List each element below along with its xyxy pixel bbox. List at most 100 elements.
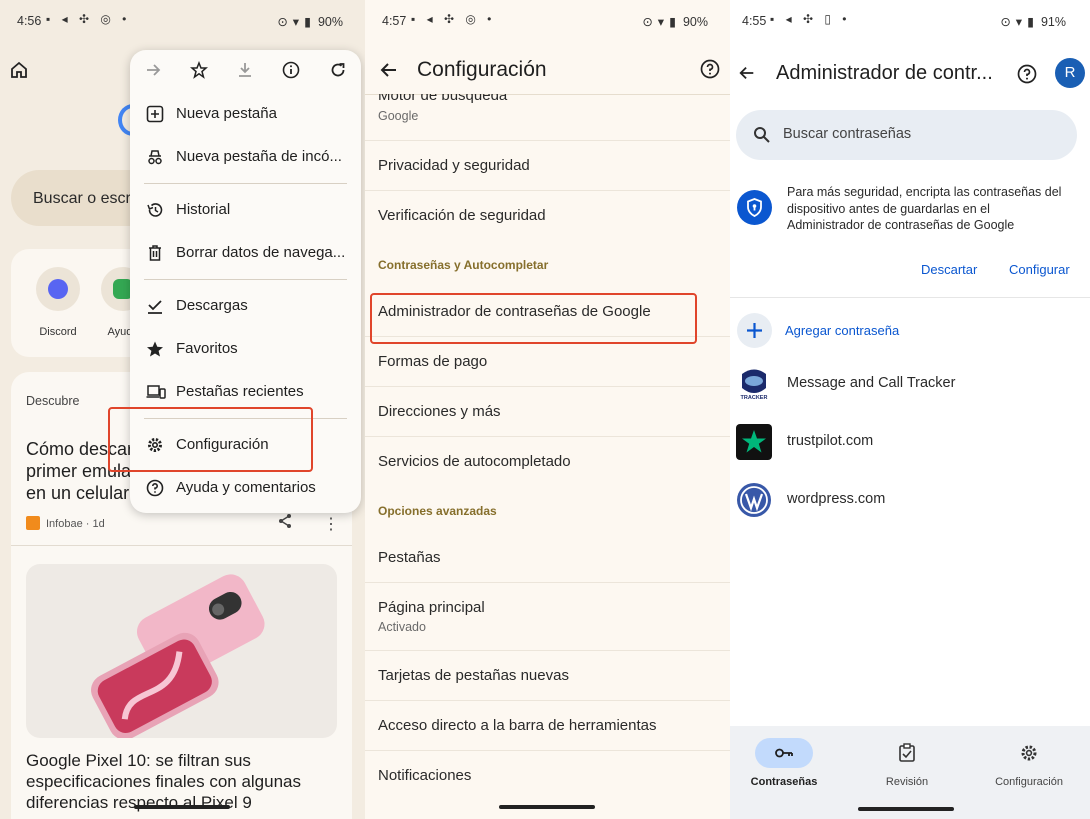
add-password-button[interactable]: Agregar contraseña: [785, 323, 899, 338]
menu-item-help[interactable]: Ayuda y comentarios: [130, 470, 361, 506]
password-item[interactable]: TRACKER Message and Call Tracker: [730, 366, 1090, 406]
article-source: Infobae · 1d: [26, 516, 105, 530]
search-placeholder: Buscar contraseñas: [783, 126, 912, 142]
battery-percent: 90%: [317, 15, 343, 29]
password-site: wordpress.com: [787, 491, 886, 507]
discord-icon: [36, 267, 80, 311]
menu-item-recent-tabs[interactable]: Pestañas recientes: [130, 374, 361, 410]
article-title[interactable]: Google Pixel 10: se filtran sus especifi…: [26, 750, 346, 813]
share-icon[interactable]: [277, 513, 293, 529]
home-icon[interactable]: [9, 60, 29, 80]
shortcut-discord[interactable]: Discord: [28, 267, 88, 338]
checkup-icon: [878, 738, 936, 768]
phone-image[interactable]: [26, 564, 337, 738]
settings-row-tabs[interactable]: Pestañas: [365, 549, 730, 579]
row-subtitle: Google: [378, 109, 419, 123]
gesture-bar[interactable]: [499, 805, 595, 809]
help-icon[interactable]: [700, 59, 720, 84]
row-divider: [365, 750, 730, 751]
settings-row-notifications[interactable]: Notificaciones: [365, 767, 730, 797]
password-manager-panel: 4:55 ▪ ◂ ✣ ▯ • ⊙▾▮ 91% Administrador de c…: [730, 0, 1090, 819]
row-subtitle: Activado: [378, 620, 426, 634]
avatar[interactable]: R: [1055, 58, 1085, 88]
help-icon: [146, 479, 164, 497]
divider: [730, 297, 1090, 298]
star-outline-icon[interactable]: [190, 60, 208, 84]
settings-row-payment[interactable]: Formas de pago: [365, 353, 730, 383]
settings-row-addresses[interactable]: Direcciones y más: [365, 403, 730, 433]
infobae-logo-icon: [26, 516, 40, 530]
divider: [11, 545, 352, 546]
settings-row-new-tab-cards[interactable]: Tarjetas de pestañas nuevas: [365, 667, 730, 697]
tracker-logo-text: TRACKER: [741, 395, 768, 401]
nav-label: Contraseñas: [750, 776, 818, 788]
add-icon[interactable]: [737, 313, 772, 348]
nav-item-settings[interactable]: Configuración: [974, 738, 1084, 788]
row-title: Acceso directo a la barra de herramienta…: [378, 717, 657, 734]
menu-item-bookmarks[interactable]: Favoritos: [130, 331, 361, 367]
settings-row-privacy[interactable]: Privacidad y seguridad: [365, 157, 730, 187]
menu-item-label: Favoritos: [176, 340, 238, 357]
help-icon[interactable]: [1017, 64, 1037, 89]
settings-row-search-engine[interactable]: Motor de búsqueda Google: [365, 87, 730, 135]
row-divider: [365, 190, 730, 191]
password-site: trustpilot.com: [787, 433, 874, 449]
wifi-battery-icons: ⊙▾▮: [277, 15, 316, 29]
menu-item-history[interactable]: Historial: [130, 192, 361, 228]
password-search-input[interactable]: Buscar contraseñas: [736, 110, 1077, 160]
status-bar: 4:56 ▪ ◂ ✣ ◎ • ⊙▾▮ 90%: [0, 12, 365, 32]
dismiss-button[interactable]: Descartar: [921, 262, 977, 277]
menu-item-new-tab[interactable]: Nueva pestaña: [130, 96, 361, 132]
info-icon[interactable]: [282, 61, 300, 84]
download-check-icon: [146, 297, 164, 315]
back-arrow-icon[interactable]: [738, 64, 756, 87]
menu-item-downloads[interactable]: Descargas: [130, 288, 361, 324]
section-header: Contraseñas y Autocompletar: [378, 258, 549, 272]
section-header: Opciones avanzadas: [378, 504, 497, 518]
nav-item-passwords[interactable]: Contraseñas: [730, 738, 839, 788]
menu-item-clear-data[interactable]: Borrar datos de navega...: [130, 235, 361, 271]
menu-item-label: Borrar datos de navega...: [176, 244, 346, 261]
row-title: Privacidad y seguridad: [378, 157, 530, 174]
settings-row-safety-check[interactable]: Verificación de seguridad: [365, 207, 730, 237]
password-item[interactable]: trustpilot.com: [730, 424, 1090, 464]
settings-panel: 4:57 ▪ ◂ ✣ ◎ • ⊙▾▮90% Configuración Moto…: [365, 0, 730, 819]
shield-icon: [737, 190, 772, 225]
gear-icon: [1000, 738, 1058, 768]
bottom-navigation: Contraseñas Revisión Configuración: [730, 726, 1090, 819]
status-time: 4:56: [17, 14, 42, 28]
status-right: ⊙▾▮ 91%: [1000, 14, 1066, 29]
gesture-bar[interactable]: [858, 807, 954, 811]
tracker-logo-icon: TRACKER: [736, 366, 772, 402]
row-divider: [365, 700, 730, 701]
app-bar: Administrador de contr... R: [730, 52, 1090, 96]
row-divider: [365, 140, 730, 141]
row-title: Formas de pago: [378, 353, 488, 370]
settings-row-toolbar-shortcut[interactable]: Acceso directo a la barra de herramienta…: [365, 717, 730, 747]
menu-item-label: Descargas: [176, 297, 248, 314]
refresh-icon[interactable]: [329, 61, 347, 84]
menu-divider: [144, 279, 347, 280]
configure-button[interactable]: Configurar: [1009, 262, 1070, 277]
more-vert-icon[interactable]: ⋮: [323, 514, 339, 534]
key-icon: [755, 738, 813, 768]
password-item[interactable]: wordpress.com: [730, 482, 1090, 522]
status-bar: 4:57 ▪ ◂ ✣ ◎ • ⊙▾▮ 90%: [365, 12, 730, 32]
back-arrow-icon[interactable]: [379, 60, 399, 85]
menu-item-incognito[interactable]: Nueva pestaña de incó...: [130, 139, 361, 175]
menu-divider: [144, 183, 347, 184]
row-title: Notificaciones: [378, 767, 472, 784]
gesture-bar[interactable]: [134, 805, 230, 809]
wifi-battery-icons: ⊙▾▮: [1000, 15, 1039, 29]
nav-label: Configuración: [995, 776, 1063, 788]
trustpilot-logo-icon: [736, 424, 772, 460]
settings-row-homepage[interactable]: Página principal Activado: [365, 599, 730, 643]
notification-icons: ▪ ◂ ✣ ◎ •: [411, 12, 496, 26]
settings-row-autofill-services[interactable]: Servicios de autocompletado: [365, 453, 730, 483]
row-divider: [365, 386, 730, 387]
nav-item-checkup[interactable]: Revisión: [852, 738, 962, 788]
new-tab-icon: [146, 105, 164, 123]
notification-icons: ▪ ◂ ✣ ◎ •: [46, 12, 131, 26]
forward-icon[interactable]: [144, 61, 162, 84]
download-icon[interactable]: [236, 61, 254, 84]
